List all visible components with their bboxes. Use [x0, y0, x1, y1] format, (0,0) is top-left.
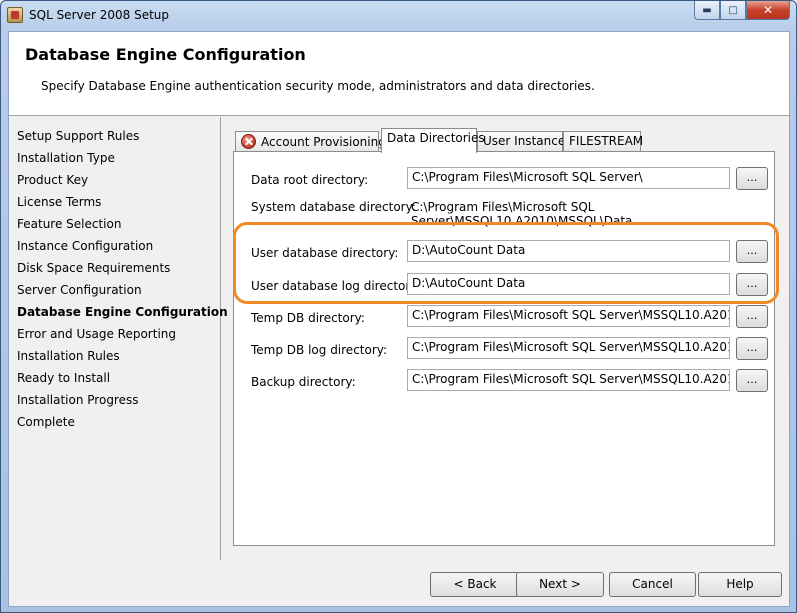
- error-icon: [241, 134, 256, 149]
- back-button[interactable]: < Back: [430, 572, 520, 597]
- maximize-icon: □: [728, 4, 738, 16]
- tab-filestream-label: FILESTREAM: [569, 134, 644, 148]
- temp-db-label: Temp DB directory:: [251, 311, 365, 325]
- data-root-browse-button[interactable]: ...: [736, 167, 768, 190]
- temp-db-log-browse-button[interactable]: ...: [736, 337, 768, 360]
- nav-item-server-configuration[interactable]: Server Configuration: [17, 283, 142, 297]
- nav-item-product-key[interactable]: Product Key: [17, 173, 88, 187]
- data-root-input[interactable]: C:\Program Files\Microsoft SQL Server\: [407, 167, 730, 189]
- backup-input[interactable]: C:\Program Files\Microsoft SQL Server\MS…: [407, 369, 730, 391]
- page-header: Database Engine Configuration Specify Da…: [9, 32, 789, 116]
- user-db-log-input[interactable]: D:\AutoCount Data: [407, 273, 730, 295]
- tab-account-provisioning[interactable]: Account Provisioning: [235, 131, 386, 152]
- page-title: Database Engine Configuration: [25, 45, 306, 64]
- user-db-log-label: User database log directory:: [251, 279, 421, 293]
- close-button[interactable]: ✕: [746, 1, 790, 20]
- system-db-label: System database directory:: [251, 200, 416, 214]
- nav-item-installation-type[interactable]: Installation Type: [17, 151, 115, 165]
- temp-db-input[interactable]: C:\Program Files\Microsoft SQL Server\MS…: [407, 305, 730, 327]
- minimize-button[interactable]: ▬: [694, 1, 720, 20]
- title-bar[interactable]: SQL Server 2008 Setup ▬ □ ✕: [1, 1, 796, 31]
- client-area: Database Engine Configuration Specify Da…: [8, 31, 790, 607]
- user-db-label: User database directory:: [251, 246, 399, 260]
- page-subtitle: Specify Database Engine authentication s…: [41, 79, 595, 93]
- data-root-label: Data root directory:: [251, 173, 369, 187]
- user-db-input[interactable]: D:\AutoCount Data: [407, 240, 730, 262]
- sql-setup-icon: [7, 7, 23, 23]
- nav-item-error-and-usage-reporting[interactable]: Error and Usage Reporting: [17, 327, 176, 341]
- tab-filestream[interactable]: FILESTREAM: [563, 131, 644, 152]
- nav-item-setup-support-rules[interactable]: Setup Support Rules: [17, 129, 139, 143]
- nav-item-database-engine-configuration[interactable]: Database Engine Configuration: [17, 305, 228, 319]
- user-db-browse-button[interactable]: ...: [736, 240, 768, 263]
- minimize-icon: ▬: [702, 4, 712, 16]
- help-button[interactable]: Help: [698, 572, 782, 597]
- backup-browse-button[interactable]: ...: [736, 369, 768, 392]
- tab-data-directories-label: Data Directories: [387, 131, 485, 145]
- nav-item-complete[interactable]: Complete: [17, 415, 75, 429]
- nav-item-disk-space-requirements[interactable]: Disk Space Requirements: [17, 261, 170, 275]
- tab-data-directories[interactable]: Data Directories: [381, 128, 485, 153]
- setup-window: SQL Server 2008 Setup ▬ □ ✕ Database Eng…: [0, 0, 797, 613]
- backup-label: Backup directory:: [251, 375, 356, 389]
- next-button[interactable]: Next >: [516, 572, 604, 597]
- nav-item-ready-to-install[interactable]: Ready to Install: [17, 371, 110, 385]
- cancel-button[interactable]: Cancel: [609, 572, 696, 597]
- user-db-log-browse-button[interactable]: ...: [736, 273, 768, 296]
- nav-item-installation-rules[interactable]: Installation Rules: [17, 349, 120, 363]
- maximize-button[interactable]: □: [720, 1, 746, 20]
- nav-item-license-terms[interactable]: License Terms: [17, 195, 101, 209]
- tab-account-provisioning-label: Account Provisioning: [261, 135, 386, 149]
- window-title: SQL Server 2008 Setup: [29, 8, 170, 22]
- temp-db-browse-button[interactable]: ...: [736, 305, 768, 328]
- temp-db-log-input[interactable]: C:\Program Files\Microsoft SQL Server\MS…: [407, 337, 730, 359]
- setup-steps-nav: Setup Support Rules Installation Type Pr…: [9, 117, 228, 560]
- tab-user-instances-label: User Instances: [483, 134, 572, 148]
- data-directories-panel: Data root directory: C:\Program Files\Mi…: [233, 151, 775, 546]
- nav-item-installation-progress[interactable]: Installation Progress: [17, 393, 139, 407]
- caption-buttons: ▬ □ ✕: [694, 1, 790, 21]
- temp-db-log-label: Temp DB log directory:: [251, 343, 388, 357]
- nav-item-feature-selection[interactable]: Feature Selection: [17, 217, 121, 231]
- close-icon: ✕: [762, 3, 774, 17]
- nav-item-instance-configuration[interactable]: Instance Configuration: [17, 239, 153, 253]
- system-db-value: C:\Program Files\Microsoft SQL Server\MS…: [411, 200, 633, 228]
- tab-user-instances[interactable]: User Instances: [477, 131, 571, 152]
